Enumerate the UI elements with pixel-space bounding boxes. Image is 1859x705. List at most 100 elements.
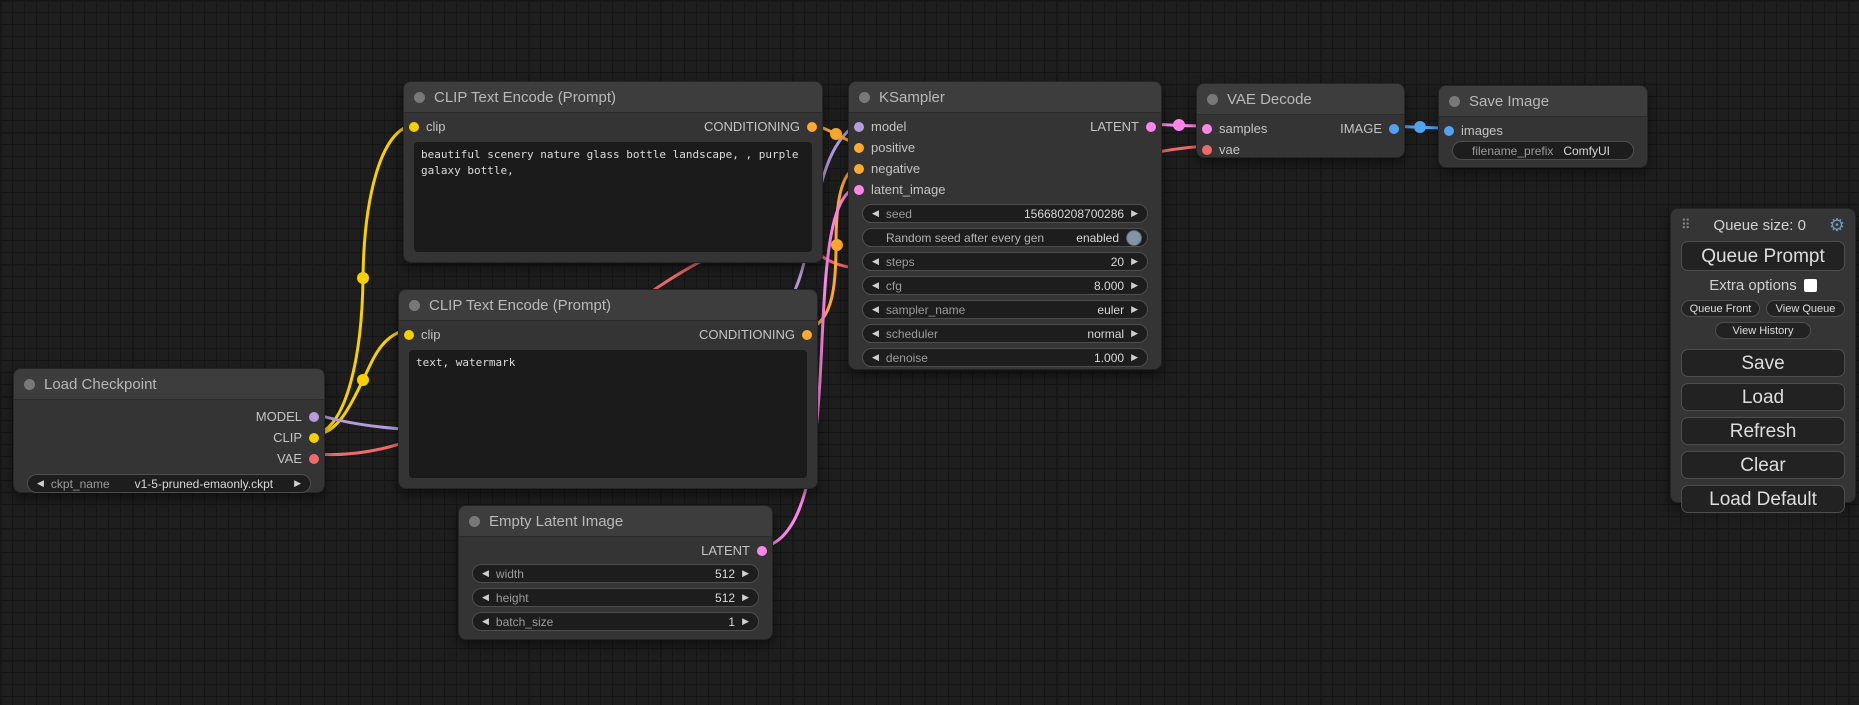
collapse-dot-icon[interactable] bbox=[409, 300, 420, 311]
extra-options-label: Extra options bbox=[1709, 277, 1797, 294]
node-title: CLIP Text Encode (Prompt) bbox=[434, 89, 616, 106]
comfyui-canvas[interactable]: { "colors":{ "model":"#b39ddb","clip":"#… bbox=[0, 0, 1859, 705]
node-header[interactable]: CLIP Text Encode (Prompt) bbox=[404, 82, 822, 113]
images-input-dot[interactable] bbox=[1444, 126, 1454, 136]
positive-input-dot[interactable] bbox=[854, 143, 864, 153]
link-dot-cond-1[interactable] bbox=[830, 128, 842, 140]
node-title: Empty Latent Image bbox=[489, 513, 623, 530]
load-default-button[interactable]: Load Default bbox=[1681, 485, 1845, 513]
vae-output-dot[interactable] bbox=[309, 454, 319, 464]
width-widget[interactable]: ◀ width 512 ▶ bbox=[472, 564, 759, 583]
arrow-right-icon[interactable]: ▶ bbox=[742, 617, 749, 626]
toggle-dot-icon[interactable] bbox=[1126, 230, 1142, 246]
node-title: VAE Decode bbox=[1227, 91, 1312, 108]
queue-panel: ⠿ Queue size: 0 ⚙ Queue Prompt Extra opt… bbox=[1670, 208, 1856, 503]
arrow-right-icon[interactable]: ▶ bbox=[1131, 281, 1138, 290]
negative-prompt-textarea[interactable]: text, watermark bbox=[409, 350, 807, 478]
model-output-dot[interactable] bbox=[309, 412, 319, 422]
link-dot-latent[interactable] bbox=[1173, 119, 1185, 131]
arrow-left-icon[interactable]: ◀ bbox=[872, 305, 879, 314]
arrow-right-icon[interactable]: ▶ bbox=[1131, 305, 1138, 314]
save-button[interactable]: Save bbox=[1681, 349, 1845, 377]
cfg-widget[interactable]: ◀ cfg 8.000 ▶ bbox=[862, 276, 1148, 295]
node-clip-text-encode-negative[interactable]: CLIP Text Encode (Prompt) clip CONDITION… bbox=[398, 289, 818, 489]
collapse-dot-icon[interactable] bbox=[1449, 96, 1460, 107]
collapse-dot-icon[interactable] bbox=[414, 92, 425, 103]
arrow-right-icon[interactable]: ▶ bbox=[294, 479, 301, 488]
node-header[interactable]: CLIP Text Encode (Prompt) bbox=[399, 290, 817, 321]
queue-front-button[interactable]: Queue Front bbox=[1681, 300, 1760, 317]
node-header[interactable]: Save Image bbox=[1439, 86, 1647, 117]
model-input-dot[interactable] bbox=[854, 122, 864, 132]
clip-input-dot[interactable] bbox=[409, 122, 419, 132]
latent-output-dot[interactable] bbox=[1146, 122, 1156, 132]
conditioning-output-dot[interactable] bbox=[807, 122, 817, 132]
arrow-right-icon[interactable]: ▶ bbox=[1131, 209, 1138, 218]
conditioning-output-dot[interactable] bbox=[802, 330, 812, 340]
extra-options-checkbox[interactable] bbox=[1804, 279, 1817, 292]
link-dot-cond-2[interactable] bbox=[831, 239, 843, 251]
negative-input-dot[interactable] bbox=[854, 164, 864, 174]
link-dot-image[interactable] bbox=[1414, 121, 1426, 133]
positive-prompt-textarea[interactable]: beautiful scenery nature glass bottle la… bbox=[414, 142, 812, 252]
node-header[interactable]: Load Checkpoint bbox=[14, 369, 324, 400]
node-header[interactable]: KSampler bbox=[849, 82, 1161, 113]
arrow-right-icon[interactable]: ▶ bbox=[1131, 257, 1138, 266]
latent-image-input-dot[interactable] bbox=[854, 185, 864, 195]
load-button[interactable]: Load bbox=[1681, 383, 1845, 411]
collapse-dot-icon[interactable] bbox=[1207, 94, 1218, 105]
clip-output-dot[interactable] bbox=[309, 433, 319, 443]
node-title: Load Checkpoint bbox=[44, 376, 157, 393]
link-dot-clip-1[interactable] bbox=[357, 272, 369, 284]
node-header[interactable]: Empty Latent Image bbox=[459, 506, 772, 537]
collapse-dot-icon[interactable] bbox=[469, 516, 480, 527]
clip-input-dot[interactable] bbox=[404, 330, 414, 340]
samples-input-dot[interactable] bbox=[1202, 124, 1212, 134]
arrow-left-icon[interactable]: ◀ bbox=[872, 281, 879, 290]
slot-row: positive bbox=[849, 137, 1161, 158]
arrow-left-icon[interactable]: ◀ bbox=[482, 617, 489, 626]
node-clip-text-encode-positive[interactable]: CLIP Text Encode (Prompt) clip CONDITION… bbox=[403, 81, 823, 263]
image-output-dot[interactable] bbox=[1389, 124, 1399, 134]
batch-size-widget[interactable]: ◀ batch_size 1 ▶ bbox=[472, 612, 759, 631]
scheduler-widget[interactable]: ◀ scheduler normal ▶ bbox=[862, 324, 1148, 343]
steps-widget[interactable]: ◀ steps 20 ▶ bbox=[862, 252, 1148, 271]
ckpt-name-widget[interactable]: ◀ ckpt_name v1-5-pruned-emaonly.ckpt ▶ bbox=[27, 474, 311, 493]
node-empty-latent-image[interactable]: Empty Latent Image LATENT ◀ width 512 ▶ … bbox=[458, 505, 773, 640]
settings-gear-icon[interactable]: ⚙ bbox=[1829, 216, 1845, 234]
node-load-checkpoint[interactable]: Load Checkpoint MODEL CLIP VAE ◀ ckpt_na… bbox=[13, 368, 325, 493]
collapse-dot-icon[interactable] bbox=[859, 92, 870, 103]
view-history-button[interactable]: View History bbox=[1715, 322, 1811, 339]
arrow-left-icon[interactable]: ◀ bbox=[872, 257, 879, 266]
node-ksampler[interactable]: KSampler model LATENT positive negative … bbox=[848, 81, 1162, 370]
sampler-name-widget[interactable]: ◀ sampler_name euler ▶ bbox=[862, 300, 1148, 319]
latent-output-dot[interactable] bbox=[757, 546, 767, 556]
node-title: KSampler bbox=[879, 89, 945, 106]
random-seed-toggle-widget[interactable]: Random seed after every gen enabled bbox=[862, 228, 1148, 247]
arrow-left-icon[interactable]: ◀ bbox=[482, 593, 489, 602]
arrow-right-icon[interactable]: ▶ bbox=[742, 593, 749, 602]
arrow-right-icon[interactable]: ▶ bbox=[1131, 329, 1138, 338]
collapse-dot-icon[interactable] bbox=[24, 379, 35, 390]
vae-input-dot[interactable] bbox=[1202, 145, 1212, 155]
arrow-left-icon[interactable]: ◀ bbox=[482, 569, 489, 578]
height-widget[interactable]: ◀ height 512 ▶ bbox=[472, 588, 759, 607]
refresh-button[interactable]: Refresh bbox=[1681, 417, 1845, 445]
clear-button[interactable]: Clear bbox=[1681, 451, 1845, 479]
arrow-right-icon[interactable]: ▶ bbox=[742, 569, 749, 578]
seed-widget[interactable]: ◀ seed 156680208700286 ▶ bbox=[862, 204, 1148, 223]
arrow-left-icon[interactable]: ◀ bbox=[37, 479, 44, 488]
node-header[interactable]: VAE Decode bbox=[1197, 84, 1404, 115]
view-queue-button[interactable]: View Queue bbox=[1766, 300, 1845, 317]
arrow-left-icon[interactable]: ◀ bbox=[872, 329, 879, 338]
node-vae-decode[interactable]: VAE Decode samples IMAGE vae bbox=[1196, 83, 1405, 158]
queue-prompt-button[interactable]: Queue Prompt bbox=[1681, 241, 1845, 271]
arrow-left-icon[interactable]: ◀ bbox=[872, 209, 879, 218]
link-dot-clip-2[interactable] bbox=[357, 374, 369, 386]
node-save-image[interactable]: Save Image images filename_prefix ComfyU… bbox=[1438, 85, 1648, 168]
arrow-right-icon[interactable]: ▶ bbox=[1131, 353, 1138, 362]
arrow-left-icon[interactable]: ◀ bbox=[872, 353, 879, 362]
filename-prefix-widget[interactable]: filename_prefix ComfyUI bbox=[1452, 141, 1634, 160]
denoise-widget[interactable]: ◀ denoise 1.000 ▶ bbox=[862, 348, 1148, 367]
drag-handle-icon[interactable]: ⠿ bbox=[1681, 217, 1691, 233]
